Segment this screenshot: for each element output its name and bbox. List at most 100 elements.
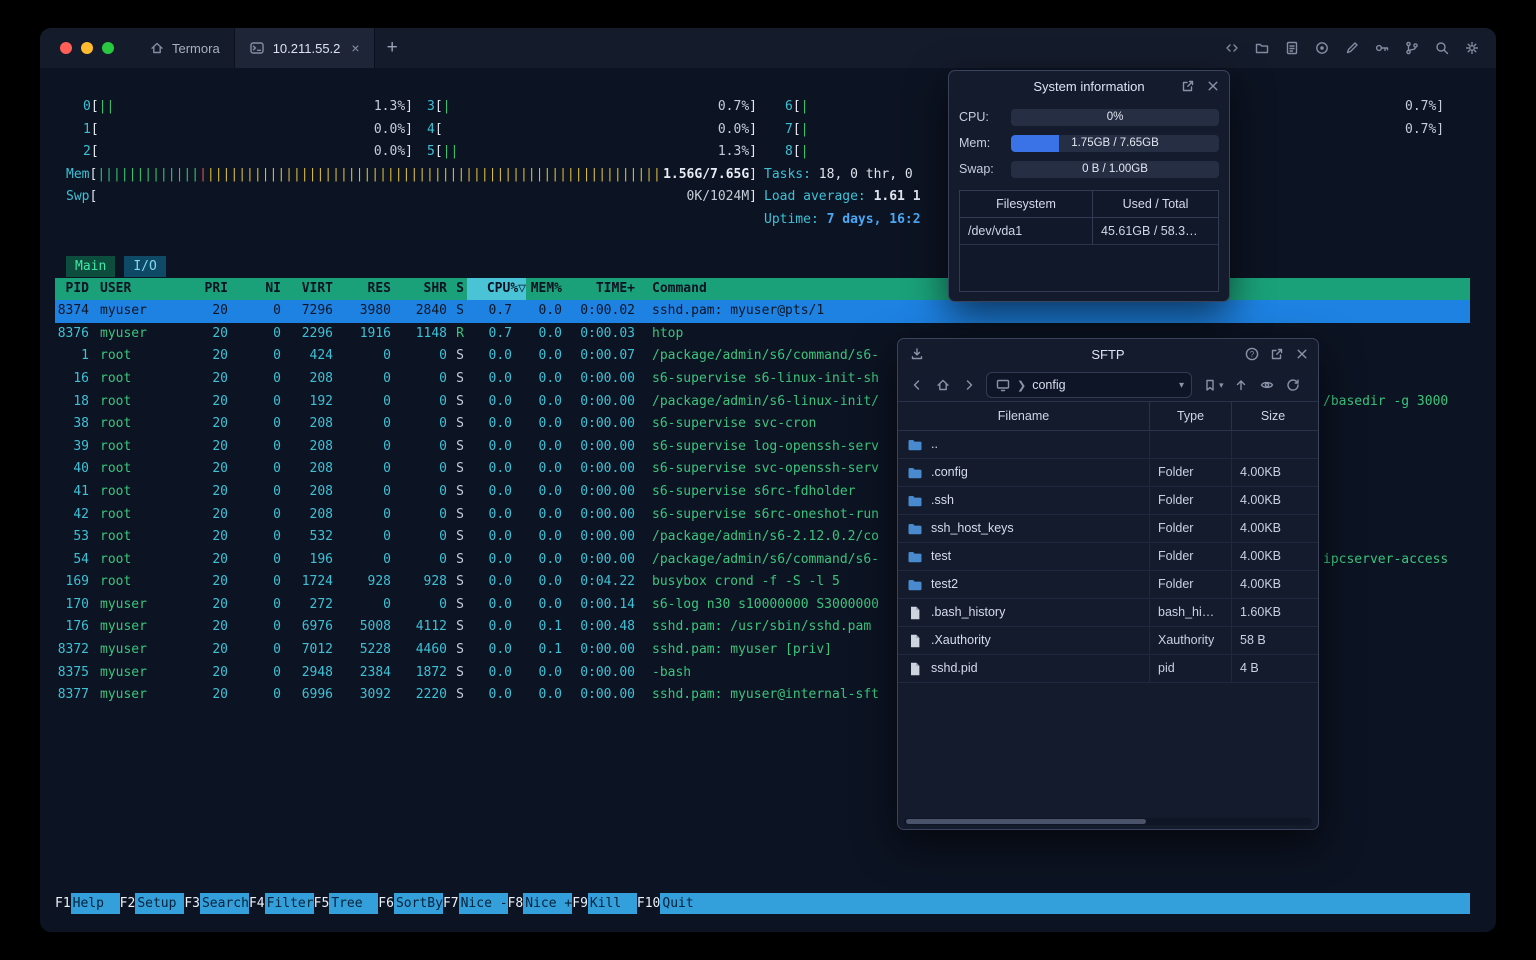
column-header-user[interactable]: USER: [100, 278, 185, 301]
chevron-down-icon[interactable]: ▾: [1179, 380, 1184, 391]
column-header-cmd[interactable]: Command: [652, 278, 707, 301]
file-row-.Xauthority[interactable]: .Xauthority Xauthority 58 B: [898, 627, 1318, 655]
forward-button[interactable]: [960, 377, 977, 394]
bookmarks-button[interactable]: ▾: [1201, 377, 1224, 394]
column-header-res[interactable]: RES: [333, 278, 391, 301]
file-row-sshd.pid[interactable]: sshd.pid pid 4 B: [898, 655, 1318, 683]
column-header-pri[interactable]: PRI: [185, 278, 228, 301]
branch-icon[interactable]: [1403, 40, 1420, 57]
file-row-test[interactable]: test Folder 4.00KB: [898, 543, 1318, 571]
panel-title-bar[interactable]: SFTP ?: [898, 339, 1318, 369]
fkey-F3[interactable]: F3: [184, 893, 200, 914]
column-header-virt[interactable]: VIRT: [281, 278, 333, 301]
filesystem-row[interactable]: /dev/vda1 45.61GB / 58.3…: [960, 218, 1218, 245]
process-table-header[interactable]: PID USER PRI NI VIRT RES SHR S CPU%▽ MEM% TIME+ Com…: [55, 277, 1470, 301]
tab-termora[interactable]: Termora: [134, 28, 234, 68]
close-tab-icon[interactable]: ×: [351, 40, 359, 56]
fkey-label-F3[interactable]: Search: [199, 893, 249, 914]
home-button[interactable]: [934, 377, 951, 394]
current-directory: config: [1032, 378, 1066, 392]
file-icon: [906, 632, 923, 649]
fkey-F8[interactable]: F8: [508, 893, 524, 914]
fkey-label-F1[interactable]: Help: [70, 893, 120, 914]
file-row-ssh_host_keys[interactable]: ssh_host_keys Folder 4.00KB: [898, 515, 1318, 543]
scrollbar-thumb[interactable]: [906, 819, 1146, 824]
column-header-time[interactable]: TIME+: [562, 278, 635, 301]
fkey-label-F6[interactable]: SortBy: [393, 893, 443, 914]
file-type: bash_hi…: [1149, 599, 1231, 626]
swp-label: Swp: [66, 189, 90, 205]
mem-value: 1.56G/7.65G: [663, 166, 750, 182]
external-link-icon[interactable]: [1179, 78, 1196, 95]
file-row-test2[interactable]: test2 Folder 4.00KB: [898, 571, 1318, 599]
cpu-meter-2: 2[0.0%]: [83, 144, 413, 160]
fkey-F9[interactable]: F9: [572, 893, 588, 914]
file-row-..[interactable]: ..: [898, 431, 1318, 459]
svg-text:?: ?: [1249, 350, 1254, 359]
close-window-button[interactable]: [60, 42, 72, 54]
folder-icon[interactable]: [1253, 40, 1270, 57]
fkey-label-F5[interactable]: Tree: [329, 893, 379, 914]
code-icon[interactable]: [1223, 40, 1240, 57]
search-icon[interactable]: [1433, 40, 1450, 57]
show-hidden-files-button[interactable]: [1259, 377, 1276, 394]
fkey-F5[interactable]: F5: [314, 893, 330, 914]
download-icon[interactable]: [908, 346, 925, 363]
close-icon[interactable]: [1293, 346, 1310, 363]
fkey-F7[interactable]: F7: [443, 893, 459, 914]
fkey-label-F7[interactable]: Nice -: [458, 893, 508, 914]
column-header-pid[interactable]: PID: [55, 278, 89, 301]
htop-tab-io[interactable]: I/O: [124, 255, 166, 277]
file-row-.ssh[interactable]: .ssh Folder 4.00KB: [898, 487, 1318, 515]
column-header-shr[interactable]: SHR: [391, 278, 447, 301]
file-size: 4 B: [1231, 655, 1314, 682]
fkey-F6[interactable]: F6: [378, 893, 394, 914]
column-header-ni[interactable]: NI: [228, 278, 281, 301]
fkey-F10[interactable]: F10: [637, 893, 660, 914]
macro-record-icon[interactable]: [1313, 40, 1330, 57]
fkey-label-F9[interactable]: Kill: [587, 893, 637, 914]
file-row-.bash_history[interactable]: .bash_history bash_hi… 1.60KB: [898, 599, 1318, 627]
path-breadcrumb[interactable]: ❯ config ▾: [986, 372, 1192, 398]
cpu-meter-3: 3[| 0.7%]: [427, 99, 757, 114]
system-stats: CPU: 0% Mem: 1.75GB / 7.65GB Swap: 0 B / 1.00…: [949, 101, 1229, 182]
file-list: .. .config Folder 4.00KB .ssh Folder 4.00KB ssh…: [898, 431, 1318, 683]
column-header-mem[interactable]: MEM%: [526, 278, 562, 301]
column-size[interactable]: Size: [1231, 402, 1314, 430]
column-header-s[interactable]: S: [453, 278, 467, 301]
fkey-F2[interactable]: F2: [120, 893, 136, 914]
memory-meter: Mem[||||||||||||||||||||||||||||||||||||…: [66, 164, 757, 187]
tab-host-10-211-55-2[interactable]: 10.211.55.2 ×: [233, 28, 375, 68]
settings-gear-icon[interactable]: [1463, 40, 1480, 57]
edit-icon[interactable]: [1343, 40, 1360, 57]
column-header-cpu[interactable]: CPU%▽: [467, 277, 526, 301]
new-tab-button[interactable]: +: [375, 37, 410, 59]
file-type: pid: [1149, 655, 1231, 682]
file-row-.config[interactable]: .config Folder 4.00KB: [898, 459, 1318, 487]
log-icon[interactable]: [1283, 40, 1300, 57]
close-icon[interactable]: [1204, 78, 1221, 95]
back-button[interactable]: [908, 377, 925, 394]
fkey-label-F10[interactable]: Quit: [660, 893, 710, 914]
fkey-F1[interactable]: F1: [55, 893, 71, 914]
home-icon: [148, 40, 165, 57]
minimize-window-button[interactable]: [81, 42, 93, 54]
terminal-icon: [249, 40, 266, 57]
key-icon[interactable]: [1373, 40, 1390, 57]
help-icon[interactable]: ?: [1243, 346, 1260, 363]
fkey-label-F2[interactable]: Setup: [135, 893, 185, 914]
fkey-F4[interactable]: F4: [249, 893, 265, 914]
process-row-8374[interactable]: 8374 myuser 20 0 7296 3980 2840 S 0.7 0.0 0:00.02 s…: [55, 300, 1470, 323]
parent-directory-button[interactable]: [1233, 377, 1250, 394]
zoom-window-button[interactable]: [102, 42, 114, 54]
file-name: .ssh: [931, 493, 954, 507]
column-filename[interactable]: Filename: [898, 402, 1149, 430]
fkey-label-F8[interactable]: Nice +: [523, 893, 573, 914]
refresh-button[interactable]: [1285, 377, 1302, 394]
column-type[interactable]: Type: [1149, 402, 1231, 430]
fkey-label-F4[interactable]: Filter: [264, 893, 314, 914]
file-table-header[interactable]: Filename Type Size: [898, 401, 1318, 431]
external-link-icon[interactable]: [1268, 346, 1285, 363]
panel-title-bar[interactable]: System information: [949, 71, 1229, 101]
horizontal-scrollbar[interactable]: [904, 818, 1312, 825]
